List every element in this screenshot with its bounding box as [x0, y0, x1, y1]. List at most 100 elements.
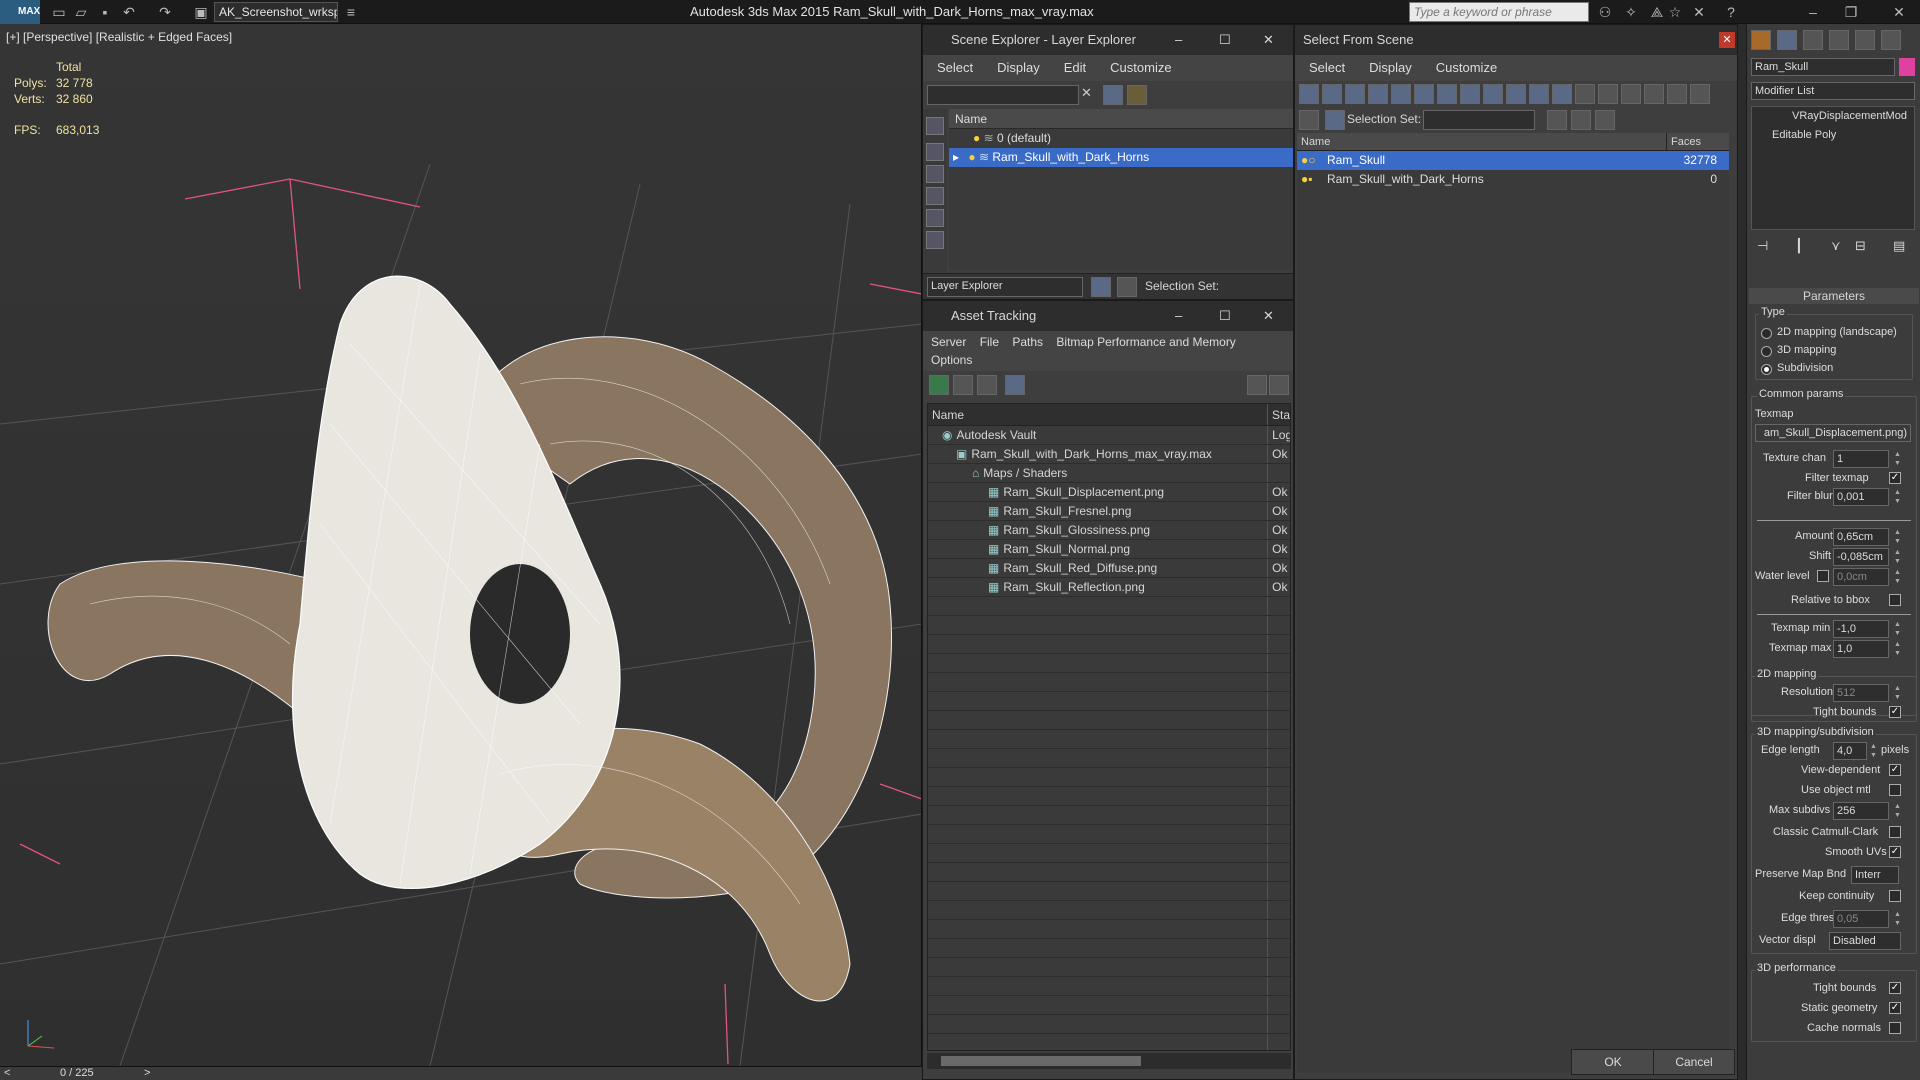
object-row[interactable]: ●○ Ram_Skull 32778 [1297, 151, 1729, 170]
close-icon[interactable]: ✕ [1263, 301, 1274, 331]
bulb-icon[interactable]: ● [968, 150, 975, 164]
modifier-list-dropdown[interactable]: Modifier List [1751, 82, 1915, 100]
water-level-checkbox[interactable] [1817, 570, 1829, 582]
asset-row[interactable]: ◉Autodesk Vault Log [928, 426, 1290, 445]
texmap-button[interactable]: am_Skull_Displacement.png) [1755, 424, 1911, 442]
texture-chan-spinner[interactable]: ▲ ▼ [1893, 450, 1902, 468]
parameters-rollout-header[interactable]: Parameters [1749, 288, 1919, 304]
close-icon[interactable]: ✕ [1719, 32, 1735, 48]
perspective-viewport[interactable]: [+] [Perspective] [Realistic + Edged Fac… [0, 24, 922, 1066]
stack-item-vraydisplacement[interactable]: VRayDisplacementMod [1752, 107, 1914, 126]
layer-row[interactable]: ▸ ● ≋ Ram_Skull_with_Dark_Horns [949, 148, 1293, 167]
classic-catmull-clark-checkbox[interactable] [1889, 826, 1901, 838]
exchange-icon[interactable]: ✕ [1690, 3, 1708, 21]
explorer-type-dropdown[interactable]: Layer Explorer [927, 277, 1083, 297]
texmap-min-spinner[interactable]: ▲ ▼ [1893, 620, 1902, 638]
maximize-icon[interactable]: ☐ [1219, 25, 1231, 55]
column-header-name[interactable]: Name [928, 404, 1268, 425]
binoculars-icon[interactable]: ⚇ [1596, 3, 1614, 21]
maximize-icon[interactable]: ☐ [1219, 301, 1231, 331]
filter-icon[interactable] [1103, 85, 1123, 105]
display-geometry-icon[interactable] [926, 143, 944, 161]
layer-add-icon[interactable] [1127, 85, 1147, 105]
object-color-swatch[interactable] [1899, 58, 1915, 76]
workspace-dropdown[interactable]: AK_Screenshot_wrksp [214, 2, 338, 22]
view-dependent-checkbox[interactable]: ✓ [1889, 764, 1901, 776]
menu-customize[interactable]: Customize [1436, 55, 1497, 81]
object-row[interactable]: ●▪ Ram_Skull_with_Dark_Horns 0 [1297, 170, 1729, 189]
asset-row[interactable]: ▦ Ram_Skull_Displacement.png Ok [928, 483, 1290, 502]
filter-geometry-icon[interactable] [1299, 84, 1319, 104]
close-icon[interactable]: ✕ [1890, 3, 1908, 21]
smooth-uvs-checkbox[interactable]: ✓ [1889, 846, 1901, 858]
utilities-tab-icon[interactable] [1881, 30, 1901, 50]
display-none-icon[interactable] [926, 117, 944, 135]
favorites-icon[interactable]: ☆ [1666, 3, 1684, 21]
layer-explorer-icon[interactable] [1091, 277, 1111, 297]
bulb-icon[interactable]: ●○ [1297, 151, 1327, 170]
make-unique-icon[interactable]: ⋎ [1831, 238, 1841, 254]
minimize-icon[interactable]: – [1804, 3, 1822, 21]
menu-display[interactable]: Display [997, 55, 1040, 81]
restore-icon[interactable]: ❐ [1842, 3, 1860, 21]
display-shapes-icon[interactable] [926, 165, 944, 183]
resolution-field[interactable]: 512 [1833, 684, 1889, 702]
undo-icon[interactable]: ↶ [120, 3, 138, 21]
redo-icon[interactable]: ↷ [156, 3, 174, 21]
filter-none-icon[interactable] [1598, 84, 1618, 104]
relative-bbox-checkbox[interactable] [1889, 594, 1901, 606]
menu-select[interactable]: Select [937, 55, 973, 81]
preserve-map-dropdown[interactable]: Interr [1851, 866, 1899, 884]
asset-row[interactable]: ▦ Ram_Skull_Fresnel.png Ok [928, 502, 1290, 521]
menu-options[interactable]: Options [931, 353, 972, 367]
create-tab-icon[interactable] [1751, 30, 1771, 50]
tools-icon[interactable]: ✧ [1622, 3, 1640, 21]
filter-frozen-icon[interactable] [1529, 84, 1549, 104]
create-selection-set-icon[interactable] [1547, 110, 1567, 130]
menu-select[interactable]: Select [1309, 55, 1345, 81]
selection-set-dropdown[interactable] [1423, 110, 1535, 130]
filter-spacewarps-icon[interactable] [1414, 84, 1434, 104]
cancel-button[interactable]: Cancel [1653, 1049, 1735, 1075]
amount-spinner[interactable]: ▲ ▼ [1893, 528, 1902, 546]
filter-shapes-icon[interactable] [1322, 84, 1342, 104]
display-lights-icon[interactable] [926, 187, 944, 205]
edge-thresh-spinner[interactable]: ▲ ▼ [1893, 910, 1902, 928]
remove-selection-set-icon[interactable] [1571, 110, 1591, 130]
add-to-set-icon[interactable] [1595, 110, 1615, 130]
max-subdivs-field[interactable]: 256 [1833, 802, 1889, 820]
radio-2d-mapping[interactable] [1761, 328, 1772, 339]
viewport-label[interactable]: [+] [Perspective] [Realistic + Edged Fac… [6, 30, 232, 44]
help-icon[interactable] [1247, 375, 1267, 395]
thumbnail-view-icon[interactable] [977, 375, 997, 395]
tight-bounds-3d-checkbox[interactable]: ✓ [1889, 982, 1901, 994]
radio-3d-mapping[interactable] [1761, 346, 1772, 357]
menu-bitmap-performance[interactable]: Bitmap Performance and Memory [1056, 335, 1235, 349]
scene-search-input[interactable] [927, 85, 1079, 105]
filter-groups-icon[interactable] [1437, 84, 1457, 104]
column-header-faces[interactable]: Faces [1667, 133, 1717, 150]
filter-blur-spinner[interactable]: ▲ ▼ [1893, 488, 1902, 506]
bulb-icon[interactable]: ● [973, 131, 980, 145]
menu-edit[interactable]: Edit [1064, 55, 1086, 81]
filter-helpers-icon[interactable] [1391, 84, 1411, 104]
filter-containers-icon[interactable] [1506, 84, 1526, 104]
radio-subdivision[interactable] [1761, 364, 1772, 375]
new-file-icon[interactable]: ▭ [50, 3, 68, 21]
search-input[interactable]: Type a keyword or phrase [1409, 2, 1589, 22]
filter-all-icon[interactable] [1575, 84, 1595, 104]
menu-paths[interactable]: Paths [1012, 335, 1043, 349]
project-folder-icon[interactable]: ▣ [192, 3, 210, 21]
settings-icon[interactable] [1269, 375, 1289, 395]
max-subdivs-spinner[interactable]: ▲ ▼ [1893, 802, 1902, 820]
filter-blur-field[interactable]: 0,001 [1833, 488, 1889, 506]
filter-hidden-icon[interactable] [1552, 84, 1572, 104]
edge-length-field[interactable]: 4,0 [1833, 742, 1867, 760]
minimize-icon[interactable]: – [1175, 301, 1182, 331]
remove-modifier-icon[interactable]: ⊟ [1855, 238, 1866, 254]
asset-row[interactable]: ▦ Ram_Skull_Red_Diffuse.png Ok [928, 559, 1290, 578]
resolution-spinner[interactable]: ▲ ▼ [1893, 684, 1902, 702]
filter-invert-icon[interactable] [1621, 84, 1641, 104]
keep-continuity-checkbox[interactable] [1889, 890, 1901, 902]
filter-hierarchy-toggle-icon[interactable] [1667, 84, 1687, 104]
